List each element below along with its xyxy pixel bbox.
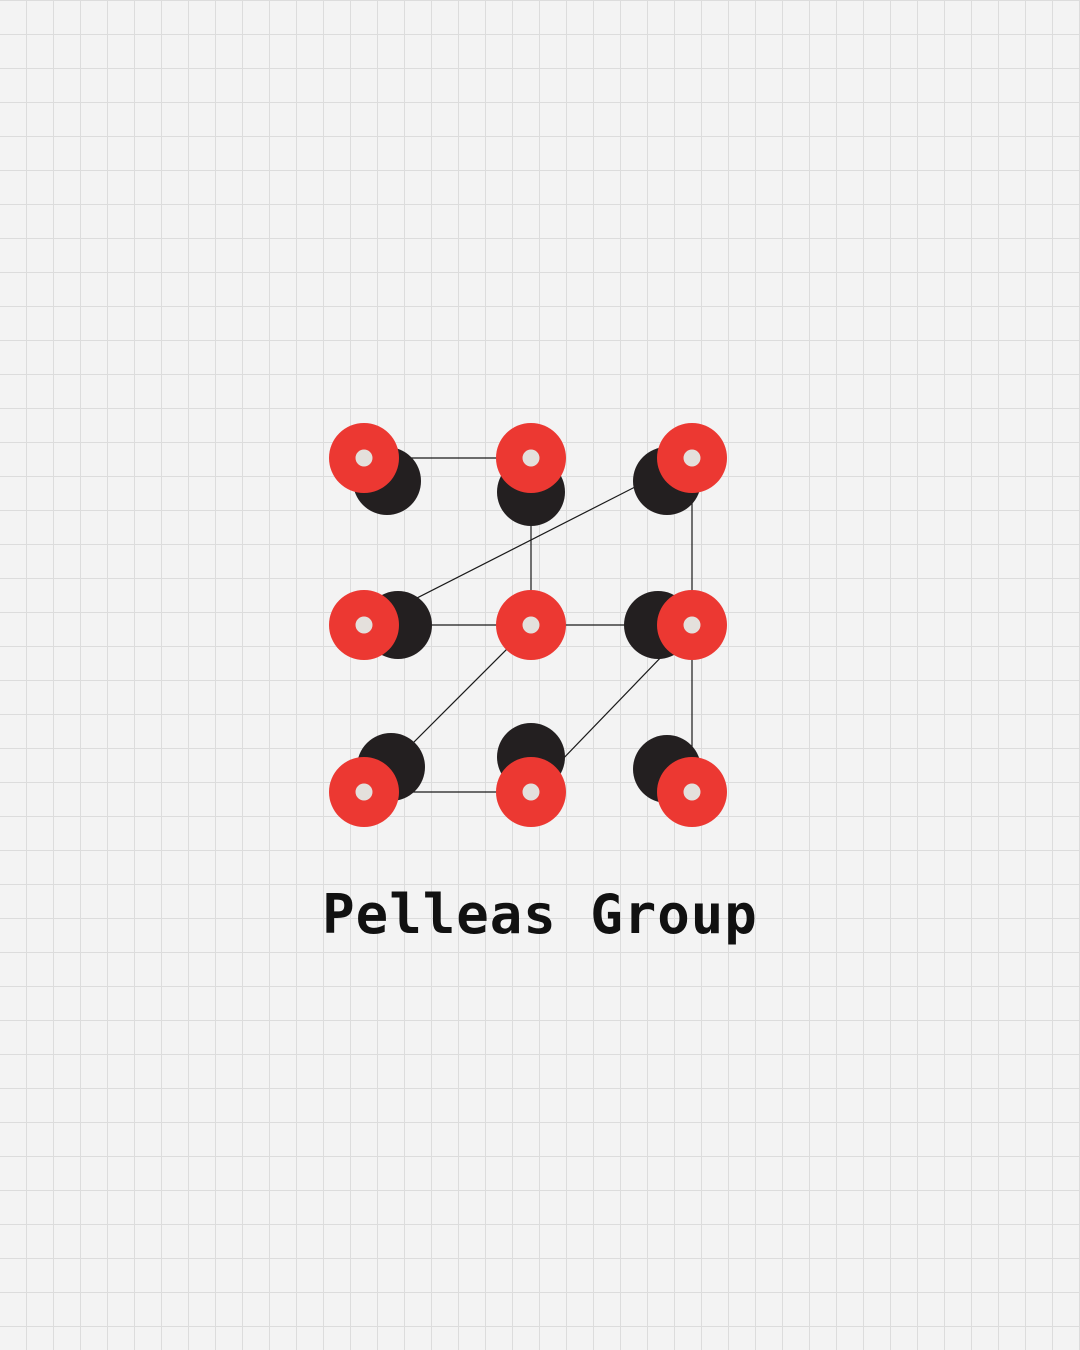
- node-core-5: [522, 616, 540, 634]
- node-core-3: [683, 449, 701, 467]
- node-core-1: [355, 449, 373, 467]
- node-core-4: [355, 616, 373, 634]
- node-grid-logo-icon: [329, 423, 727, 827]
- node-core-2: [522, 449, 540, 467]
- node-core-7: [355, 783, 373, 801]
- node-core-9: [683, 783, 701, 801]
- node-core-6: [683, 616, 701, 634]
- node-core-8: [522, 783, 540, 801]
- brand-name: Pelleas Group: [322, 883, 758, 946]
